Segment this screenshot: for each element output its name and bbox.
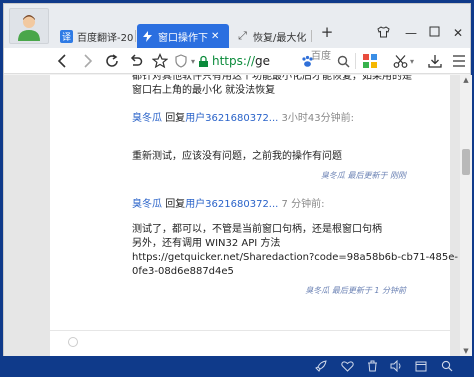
tab-label: 窗口操作下: [158, 32, 208, 44]
reply-body-line: 测试了，都可以，不管是当前窗口句柄，还是根窗口句柄: [132, 224, 382, 235]
shield-icon[interactable]: [174, 51, 188, 71]
reply-body: 重新测试，应该没有问题，之前我的操作有问题: [132, 151, 342, 162]
comment-text-line: 窗口右上角的最小化 就没法恢复: [132, 85, 276, 96]
reply-to-link[interactable]: 用户3621680372...: [185, 113, 278, 124]
toolbar-divider: [355, 53, 356, 69]
browser-window: 译 百度翻译-20 窗口操作下 ✕ ⤢ 恢复/最大化 + — ✕ ▾ https…: [3, 3, 472, 356]
minimize-button[interactable]: —: [402, 26, 420, 40]
tab-window-operation[interactable]: 窗口操作下 ✕: [137, 24, 229, 48]
search-icon[interactable]: [334, 51, 352, 71]
reply-to-link[interactable]: 用户3621680372...: [185, 199, 278, 210]
user-avatar[interactable]: [9, 8, 49, 44]
reply-word: 回复: [165, 199, 186, 210]
scissors-dropdown-icon[interactable]: ▾: [407, 51, 417, 71]
chevron-left-icon: [57, 54, 66, 68]
reply-body-line: 另外，还有调用 WIN32 API 方法: [132, 238, 281, 249]
tab-divider: [311, 30, 312, 42]
maximize-button[interactable]: [425, 26, 443, 40]
reply-header: 臭冬瓜 回复用户3621680372... 7 分钟前:: [132, 198, 324, 212]
quicker-icon: [141, 30, 154, 43]
reply-timestamp: 3小时43分钟前:: [281, 113, 355, 124]
close-tab-icon[interactable]: ✕: [211, 31, 219, 42]
reply-author-link[interactable]: 臭冬瓜: [132, 199, 162, 210]
bookmark-button[interactable]: [150, 51, 170, 71]
tab-label: 恢复/最大化: [253, 32, 307, 44]
close-window-button[interactable]: ✕: [449, 26, 467, 40]
tab-label: 百度翻译-20: [77, 32, 134, 44]
edited-note: 臭冬瓜 最后更新于 1 分钟前: [305, 286, 406, 295]
trash-icon[interactable]: [364, 359, 380, 373]
section-divider: [50, 330, 450, 331]
chevron-right-icon: [84, 54, 93, 68]
scroll-up-icon[interactable]: ▲: [462, 76, 470, 84]
reply-author-link[interactable]: 臭冬瓜: [132, 113, 162, 124]
apps-grid-icon[interactable]: [360, 51, 380, 71]
reply-timestamp: 7 分钟前:: [281, 199, 325, 210]
reply-header: 臭冬瓜 回复用户3621680372... 3小时43分钟前:: [132, 112, 354, 126]
zoom-icon[interactable]: [439, 359, 455, 373]
menu-icon[interactable]: [449, 51, 469, 71]
scrollbar-thumb[interactable]: [462, 149, 470, 175]
speaker-icon[interactable]: [388, 359, 404, 373]
downloads-icon[interactable]: [425, 51, 445, 71]
status-bar: [3, 356, 471, 377]
url-scheme: https://: [212, 54, 256, 68]
forward-button[interactable]: [78, 51, 98, 71]
tab-strip: 译 百度翻译-20 窗口操作下 ✕ ⤢ 恢复/最大化 + — ✕: [4, 4, 470, 48]
comment-text-line: 都针对其他软件只有用这个功能最小化后才能恢复，如果用的是: [132, 75, 412, 82]
star-icon: [152, 53, 168, 69]
heart-icon[interactable]: [339, 359, 355, 373]
reply-body-link[interactable]: https://getquicker.net/Sharedaction?code…: [132, 251, 458, 265]
new-tab-button[interactable]: +: [318, 23, 336, 41]
refresh-button[interactable]: [102, 51, 122, 71]
search-engine-label: 百度: [311, 51, 331, 62]
page-viewport[interactable]: 都针对其他软件只有用这个功能最小化后才能恢复，如果用的是 窗口右上角的最小化 就…: [4, 75, 460, 356]
tab-divider: [135, 30, 136, 42]
shirt-skin-icon[interactable]: [374, 26, 392, 41]
avatar-icon: [18, 15, 40, 41]
undo-close-button[interactable]: [126, 51, 146, 71]
reply-word: 回复: [165, 113, 186, 124]
tab-restore-maximize[interactable]: ⤢ 恢复/最大化: [232, 24, 312, 48]
lock-icon: [199, 55, 208, 67]
refresh-icon: [106, 54, 118, 67]
navigation-toolbar: ▾ https:// ge 百度 ▾: [4, 48, 470, 74]
rocket-icon[interactable]: [313, 359, 329, 373]
reply-body-link[interactable]: 0fe3-08d6e887d4e5: [132, 265, 234, 279]
comment-thread: 都针对其他软件只有用这个功能最小化后才能恢复，如果用的是 窗口右上角的最小化 就…: [50, 75, 458, 356]
scroll-down-icon[interactable]: ▼: [462, 347, 470, 355]
translate-icon: 译: [60, 29, 73, 43]
tab-baidu-translate[interactable]: 译 百度翻译-20: [56, 24, 136, 48]
vertical-scrollbar[interactable]: ▲ ▼: [460, 75, 472, 356]
back-button[interactable]: [52, 51, 72, 71]
undo-icon: [130, 54, 143, 66]
url-host: ge: [255, 54, 271, 68]
expand-icon: ⤢: [238, 29, 247, 42]
reply-input-icon[interactable]: [68, 337, 78, 347]
window-icon[interactable]: [413, 359, 429, 373]
edited-note: 臭冬瓜 最后更新于 刚刚: [320, 171, 406, 180]
